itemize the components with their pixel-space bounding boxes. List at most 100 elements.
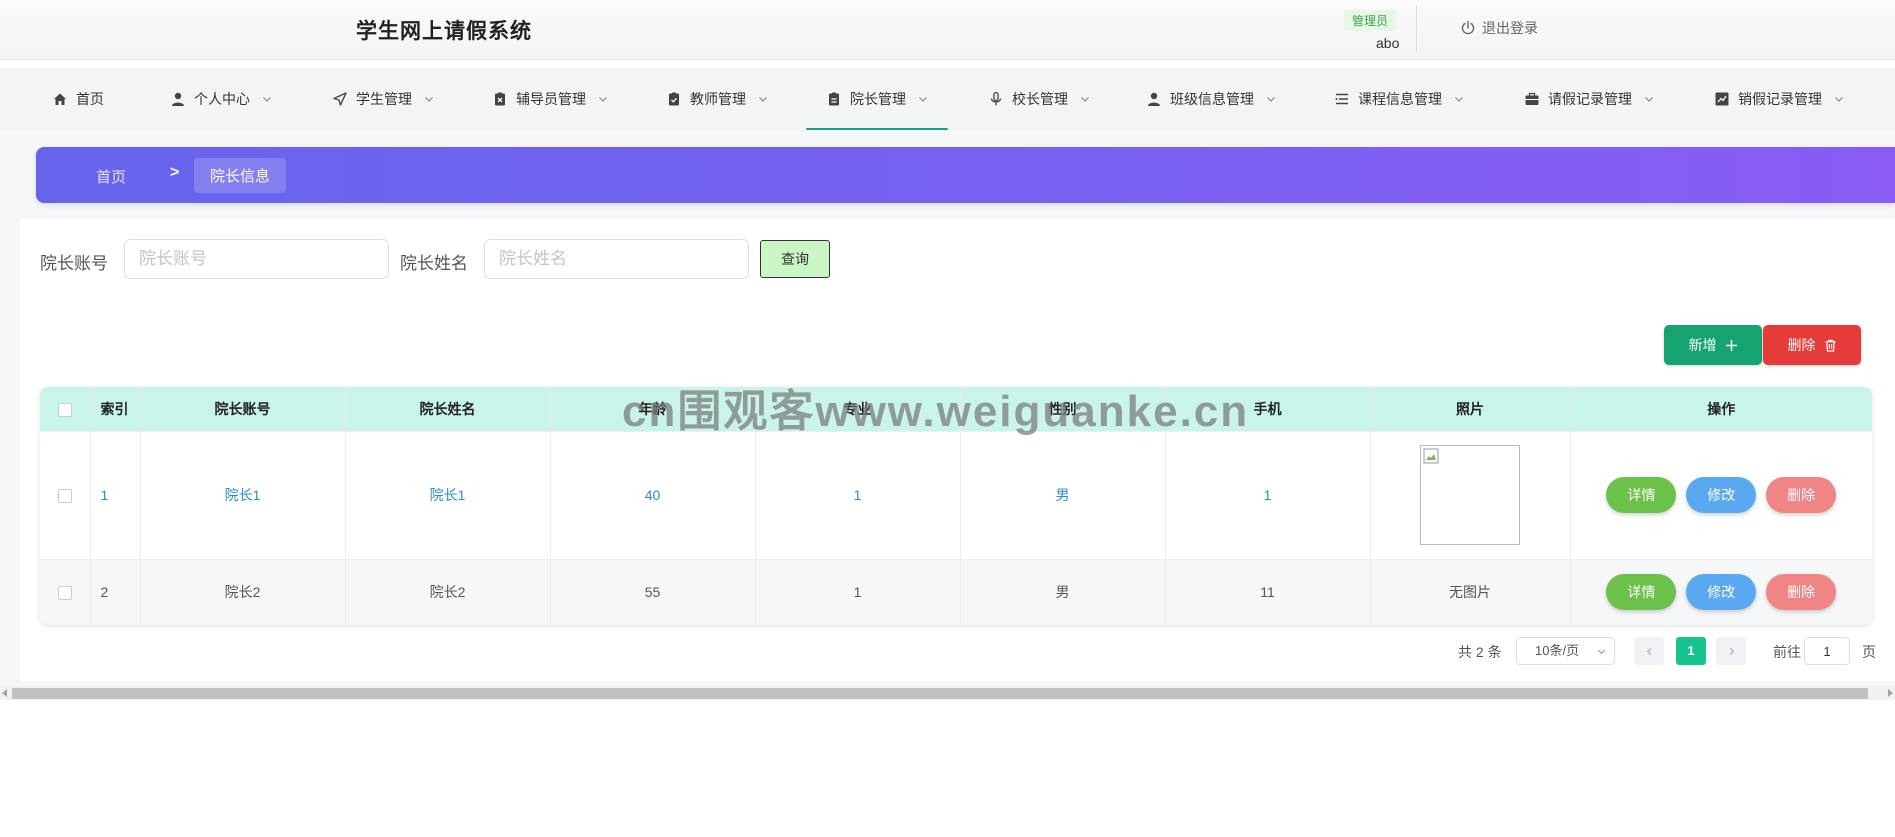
chevron-down-icon <box>1597 649 1606 655</box>
main-nav: 首页 个人中心 学生管理 辅导员管理 教师管理 院长管理 校长管理 班级信息管理… <box>0 68 1895 130</box>
cell-index: 2 <box>90 558 141 625</box>
batch-delete-button[interactable]: 删除 <box>1763 325 1861 365</box>
table-row[interactable]: 2 院长2 院长2 55 1 男 11 无图片 详情 修改 删除 <box>40 558 1872 625</box>
chevron-down-icon <box>599 97 607 102</box>
nav-item-leave-cancel-management[interactable]: 销假记录管理 <box>1714 68 1844 130</box>
chevron-down-icon <box>1455 97 1463 102</box>
cell-gender: 男 <box>960 558 1166 625</box>
chevron-down-icon <box>1081 97 1089 102</box>
nav-item-dean-management[interactable]: 院长管理 <box>806 68 948 130</box>
cell-name: 院长1 <box>345 430 551 559</box>
send-icon <box>333 92 347 106</box>
cell-major: 1 <box>755 558 961 625</box>
select-all-checkbox[interactable] <box>57 402 72 417</box>
name-search-input[interactable] <box>484 239 749 279</box>
breadcrumb: 首页 > 院长信息 <box>36 147 1895 203</box>
pagination-total: 共 2 条 <box>1458 644 1502 660</box>
cell-phone: 1 <box>1165 430 1371 559</box>
nav-item-principal-management[interactable]: 校长管理 <box>988 68 1090 130</box>
scrollbar-thumb[interactable] <box>12 688 1868 699</box>
goto-suffix: 页 <box>1862 644 1876 660</box>
horizontal-scrollbar[interactable] <box>0 686 1895 700</box>
edit-button[interactable]: 修改 <box>1686 477 1757 513</box>
account-search-label: 院长账号 <box>40 254 108 273</box>
goto-page-input[interactable] <box>1804 637 1850 665</box>
chevron-left-icon <box>1646 647 1651 655</box>
cell-gender: 男 <box>960 430 1166 559</box>
cell-account: 院长1 <box>140 430 346 559</box>
name-search-label: 院长姓名 <box>400 254 468 273</box>
query-button[interactable]: 查询 <box>760 240 830 278</box>
nav-item-counselor-management[interactable]: 辅导员管理 <box>492 68 608 130</box>
cell-account: 院长2 <box>140 558 346 625</box>
user-icon <box>1148 92 1160 106</box>
column-header: 手机 <box>1165 387 1371 431</box>
edit-button[interactable]: 修改 <box>1686 574 1757 611</box>
page-size-select[interactable]: 10条/页 <box>1516 637 1615 665</box>
table-row[interactable]: 1 院长1 院长1 40 1 男 1 详情 修改 删除 <box>40 430 1872 559</box>
briefcase-icon <box>1525 92 1539 105</box>
chevron-down-icon <box>425 97 433 102</box>
column-header: 索引 <box>90 387 141 431</box>
row-checkbox[interactable] <box>57 489 72 504</box>
logout-label: 退出登录 <box>1482 20 1538 36</box>
column-header: 操作 <box>1570 387 1872 431</box>
logout-button[interactable]: 退出登录 <box>1460 18 1538 38</box>
chevron-down-icon <box>263 97 271 102</box>
breadcrumb-home[interactable]: 首页 <box>96 166 126 187</box>
detail-button[interactable]: 详情 <box>1606 477 1677 513</box>
row-checkbox[interactable] <box>57 586 72 601</box>
chevron-down-icon <box>1267 97 1275 102</box>
plus-icon <box>1725 339 1737 351</box>
power-icon <box>1461 20 1475 35</box>
nav-item-class-info-management[interactable]: 班级信息管理 <box>1146 68 1276 130</box>
cell-photo <box>1370 430 1571 559</box>
account-search-input[interactable] <box>124 239 389 279</box>
breadcrumb-current: 院长信息 <box>194 158 287 193</box>
scroll-right-arrow-icon[interactable] <box>1888 689 1893 697</box>
cell-actions: 详情 修改 删除 <box>1570 430 1872 559</box>
nav-item-student-management[interactable]: 学生管理 <box>332 68 434 130</box>
column-header: 院长姓名 <box>345 387 551 431</box>
nav-item-home[interactable]: 首页 <box>52 68 104 130</box>
nav-item-personal-center[interactable]: 个人中心 <box>170 68 272 130</box>
clipboard-icon <box>829 92 839 106</box>
add-button[interactable]: 新增 <box>1664 325 1762 365</box>
chevron-down-icon <box>1645 97 1653 102</box>
header-divider <box>1416 6 1417 52</box>
photo-thumbnail[interactable] <box>1420 445 1520 545</box>
chevron-right-icon <box>1729 647 1734 655</box>
home-icon <box>54 93 66 105</box>
top-header: 学生网上请假系统 管理员 abo 退出登录 <box>0 0 1895 60</box>
scroll-left-arrow-icon[interactable] <box>2 689 7 697</box>
nav-item-leave-record-management[interactable]: 请假记录管理 <box>1524 68 1654 130</box>
batch-delete-label: 删除 <box>1787 337 1816 353</box>
detail-button[interactable]: 详情 <box>1606 574 1677 611</box>
page-number-1[interactable]: 1 <box>1676 637 1706 665</box>
nav-item-course-info-management[interactable]: 课程信息管理 <box>1334 68 1464 130</box>
row-select-cell <box>40 430 91 559</box>
prev-page-button[interactable] <box>1634 637 1664 665</box>
clipboard-check-icon <box>669 92 679 106</box>
cell-age: 40 <box>550 430 756 559</box>
clipboard-x-icon <box>495 92 505 106</box>
dean-table: 索引 院长账号 院长姓名 年龄 专业 性别 手机 照片 操作 1 院长1 院长1… <box>40 387 1872 625</box>
column-header: 专业 <box>755 387 961 431</box>
microphone-icon <box>990 91 1002 106</box>
row-select-cell <box>40 558 91 625</box>
nav-item-teacher-management[interactable]: 教师管理 <box>666 68 768 130</box>
list-icon <box>1335 93 1348 105</box>
next-page-button[interactable] <box>1716 637 1746 665</box>
page-size-value: 10条/页 <box>1535 643 1580 658</box>
column-header: 院长账号 <box>140 387 346 431</box>
chevron-down-icon <box>1835 97 1843 102</box>
delete-button[interactable]: 删除 <box>1766 477 1837 513</box>
delete-button[interactable]: 删除 <box>1766 574 1837 611</box>
select-all-header <box>40 387 91 431</box>
column-header: 照片 <box>1370 387 1571 431</box>
goto-label: 前往 <box>1773 644 1801 660</box>
cell-age: 55 <box>550 558 756 625</box>
column-header: 性别 <box>960 387 1166 431</box>
cell-major: 1 <box>755 430 961 559</box>
chevron-down-icon <box>759 97 767 102</box>
